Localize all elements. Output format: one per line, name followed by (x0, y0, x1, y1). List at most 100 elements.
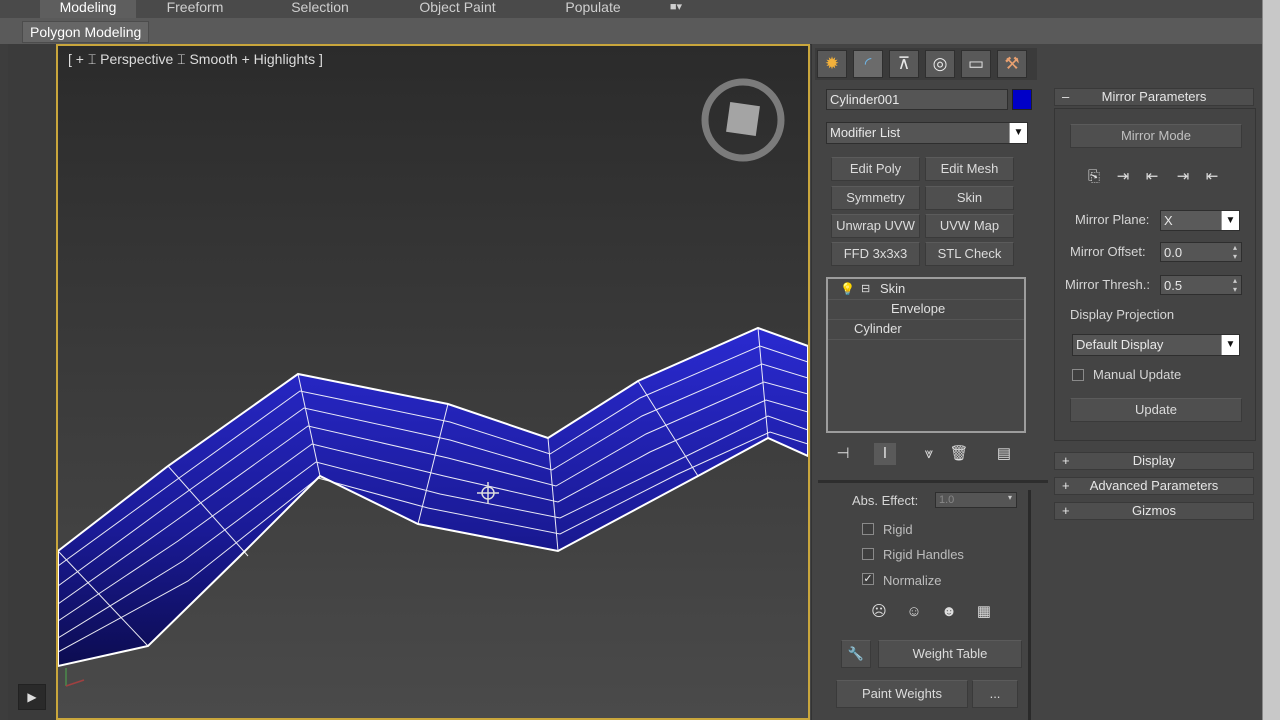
spinner-icon[interactable]: ▴ ▾ (1229, 243, 1241, 261)
mirror-mode-button[interactable]: Mirror Mode (1070, 124, 1242, 148)
mirror-thresh-label: Mirror Thresh.: (1065, 277, 1150, 292)
stack-envelope-label: Envelope (891, 301, 946, 316)
update-button[interactable]: Update (1070, 398, 1242, 422)
normalize-checkbox[interactable]: ✓ (862, 573, 874, 585)
viewcube-icon[interactable] (701, 78, 785, 162)
modify-icon[interactable]: ◜ (853, 50, 883, 78)
show-end-result-icon[interactable]: Ⅰ (874, 443, 896, 465)
rigid-checkbox[interactable] (862, 523, 874, 535)
panel-divider (818, 480, 1048, 483)
expand-sign: + (1062, 453, 1070, 468)
pin-stack-icon[interactable]: ⊣ (832, 443, 854, 465)
command-panel-scrollbar[interactable] (1028, 490, 1031, 720)
wrench-icon[interactable]: 🔧 (841, 640, 871, 668)
paste-blue-verts-icon[interactable]: ⇤ (1201, 166, 1223, 188)
chevron-down-icon: ▼ (1221, 211, 1239, 230)
make-unique-icon[interactable]: ⩔ (918, 443, 940, 465)
abs-effect-label: Abs. Effect: (852, 493, 919, 508)
command-panel-tabs: ✹ ◜ ⊼ ◎ ▭ ⚒ (815, 48, 1037, 80)
bake-weights-icon[interactable]: ▦ (973, 601, 995, 623)
mirror-plane-value: X (1164, 213, 1173, 228)
lightbulb-icon[interactable]: 💡 (840, 279, 855, 299)
create-icon[interactable]: ✹ (817, 50, 847, 78)
tab-freeform[interactable]: Freeform (150, 0, 240, 18)
modifier-list-dropdown[interactable]: Modifier List ▼ (826, 122, 1028, 144)
unwrap-uvw-button[interactable]: Unwrap UVW (831, 214, 920, 238)
motion-icon[interactable]: ◎ (925, 50, 955, 78)
gizmos-title: Gizmos (1131, 503, 1177, 518)
uvw-map-button[interactable]: UVW Map (925, 214, 1014, 238)
play-icon[interactable]: ▶ (18, 684, 46, 710)
mirror-parameters-header[interactable]: – Mirror Parameters (1054, 88, 1254, 106)
configure-modifier-sets-icon[interactable]: ▤ (993, 443, 1015, 465)
paste-blue-to-green-icon[interactable]: ⇤ (1141, 166, 1163, 188)
cylinder-mesh[interactable] (58, 326, 808, 668)
tab-selection[interactable]: Selection (275, 0, 365, 18)
skin-button[interactable]: Skin (925, 186, 1014, 210)
mirror-plane-dropdown[interactable]: X ▼ (1160, 210, 1240, 231)
weight-table-button[interactable]: Weight Table (878, 640, 1022, 668)
manual-update-label: Manual Update (1093, 367, 1182, 382)
stack-skin-label: Skin (880, 281, 906, 296)
remove-modifier-icon[interactable]: 🗑 (948, 443, 970, 465)
hierarchy-icon[interactable]: ⊼ (889, 50, 919, 78)
mirror-offset-label: Mirror Offset: (1070, 244, 1146, 259)
spinner-icon[interactable]: ▴ ▾ (1229, 276, 1241, 294)
mirror-paste-icon[interactable]: ⎘ (1083, 166, 1105, 188)
include-verts-icon[interactable]: ☺ (903, 601, 925, 623)
tab-populate[interactable]: Populate (550, 0, 636, 18)
ffd-button[interactable]: FFD 3x3x3 (831, 242, 920, 266)
collapse-icon[interactable]: ⊟ (861, 279, 870, 299)
advanced-parameters-title: Advanced Parameters (1089, 478, 1219, 493)
modifier-stack: 💡 ⊟ Skin Envelope Cylinder (826, 277, 1026, 433)
edit-poly-button[interactable]: Edit Poly (831, 157, 920, 181)
paste-green-to-blue-icon[interactable]: ⇥ (1112, 166, 1134, 188)
window-scrollbar[interactable] (1262, 0, 1280, 720)
manual-update-checkbox[interactable] (1072, 369, 1084, 381)
rigid-handles-checkbox[interactable] (862, 548, 874, 560)
exclude-verts-icon[interactable]: ☹ (868, 601, 890, 623)
stack-item-cylinder[interactable]: Cylinder (828, 319, 1024, 340)
symmetry-button[interactable]: Symmetry (831, 186, 920, 210)
display-projection-label: Display Projection (1070, 307, 1175, 322)
select-excluded-icon[interactable]: ☻ (938, 601, 960, 623)
paint-weights-button[interactable]: Paint Weights (836, 680, 968, 708)
paste-green-verts-icon[interactable]: ⇥ (1172, 166, 1194, 188)
polygon-modeling-group[interactable]: Polygon Modeling (22, 21, 150, 43)
perspective-viewport[interactable]: [ + ⌶ Perspective ⌶ Smooth + Highlights … (56, 44, 810, 720)
stack-item-envelope[interactable]: Envelope (828, 299, 1024, 320)
object-color-swatch[interactable] (1012, 89, 1032, 110)
viewport-label[interactable]: [ + ⌶ Perspective ⌶ Smooth + Highlights … (68, 51, 323, 68)
tab-modeling[interactable]: Modeling (40, 0, 136, 18)
mirror-thresh-field[interactable]: 0.5 ▴ ▾ (1160, 275, 1242, 295)
edit-mesh-button[interactable]: Edit Mesh (925, 157, 1014, 181)
advanced-parameters-header[interactable]: + Advanced Parameters (1054, 477, 1254, 495)
display-rollout-header[interactable]: + Display (1054, 452, 1254, 470)
display-projection-dropdown[interactable]: Default Display ▼ (1072, 334, 1240, 356)
stack-item-skin[interactable]: 💡 ⊟ Skin (828, 279, 1024, 300)
normalize-label: Normalize (883, 573, 942, 588)
mirror-offset-value: 0.0 (1164, 245, 1183, 260)
rigid-handles-label: Rigid Handles (883, 547, 964, 562)
utilities-icon[interactable]: ⚒ (997, 50, 1027, 78)
gizmos-header[interactable]: + Gizmos (1054, 502, 1254, 520)
abs-effect-field[interactable]: 1.0 ▾ (935, 492, 1017, 508)
rigid-label: Rigid (883, 522, 913, 537)
display-icon[interactable]: ▭ (961, 50, 991, 78)
expand-sign: + (1062, 503, 1070, 518)
modifier-list-label: Modifier List (830, 125, 901, 140)
tab-object-paint[interactable]: Object Paint (400, 0, 515, 18)
ribbon-tab-bar: Modeling Freeform Selection Object Paint… (0, 0, 1280, 18)
chevron-down-icon: ▼ (1009, 123, 1027, 143)
stack-cylinder-label: Cylinder (854, 321, 902, 336)
stl-check-button[interactable]: STL Check (925, 242, 1014, 266)
mirror-parameters-title: Mirror Parameters (1101, 89, 1207, 104)
mirror-thresh-value: 0.5 (1164, 278, 1183, 293)
paint-options-button[interactable]: ... (972, 680, 1018, 708)
left-edge (0, 44, 8, 720)
spinner-icon[interactable]: ▾ (1004, 493, 1016, 507)
object-name-field[interactable]: Cylinder001 (826, 89, 1008, 110)
ribbon-options-icon[interactable]: ■▾ (656, 0, 696, 18)
mirror-offset-field[interactable]: 0.0 ▴ ▾ (1160, 242, 1242, 262)
ribbon-panel: Polygon Modeling (0, 18, 1280, 45)
